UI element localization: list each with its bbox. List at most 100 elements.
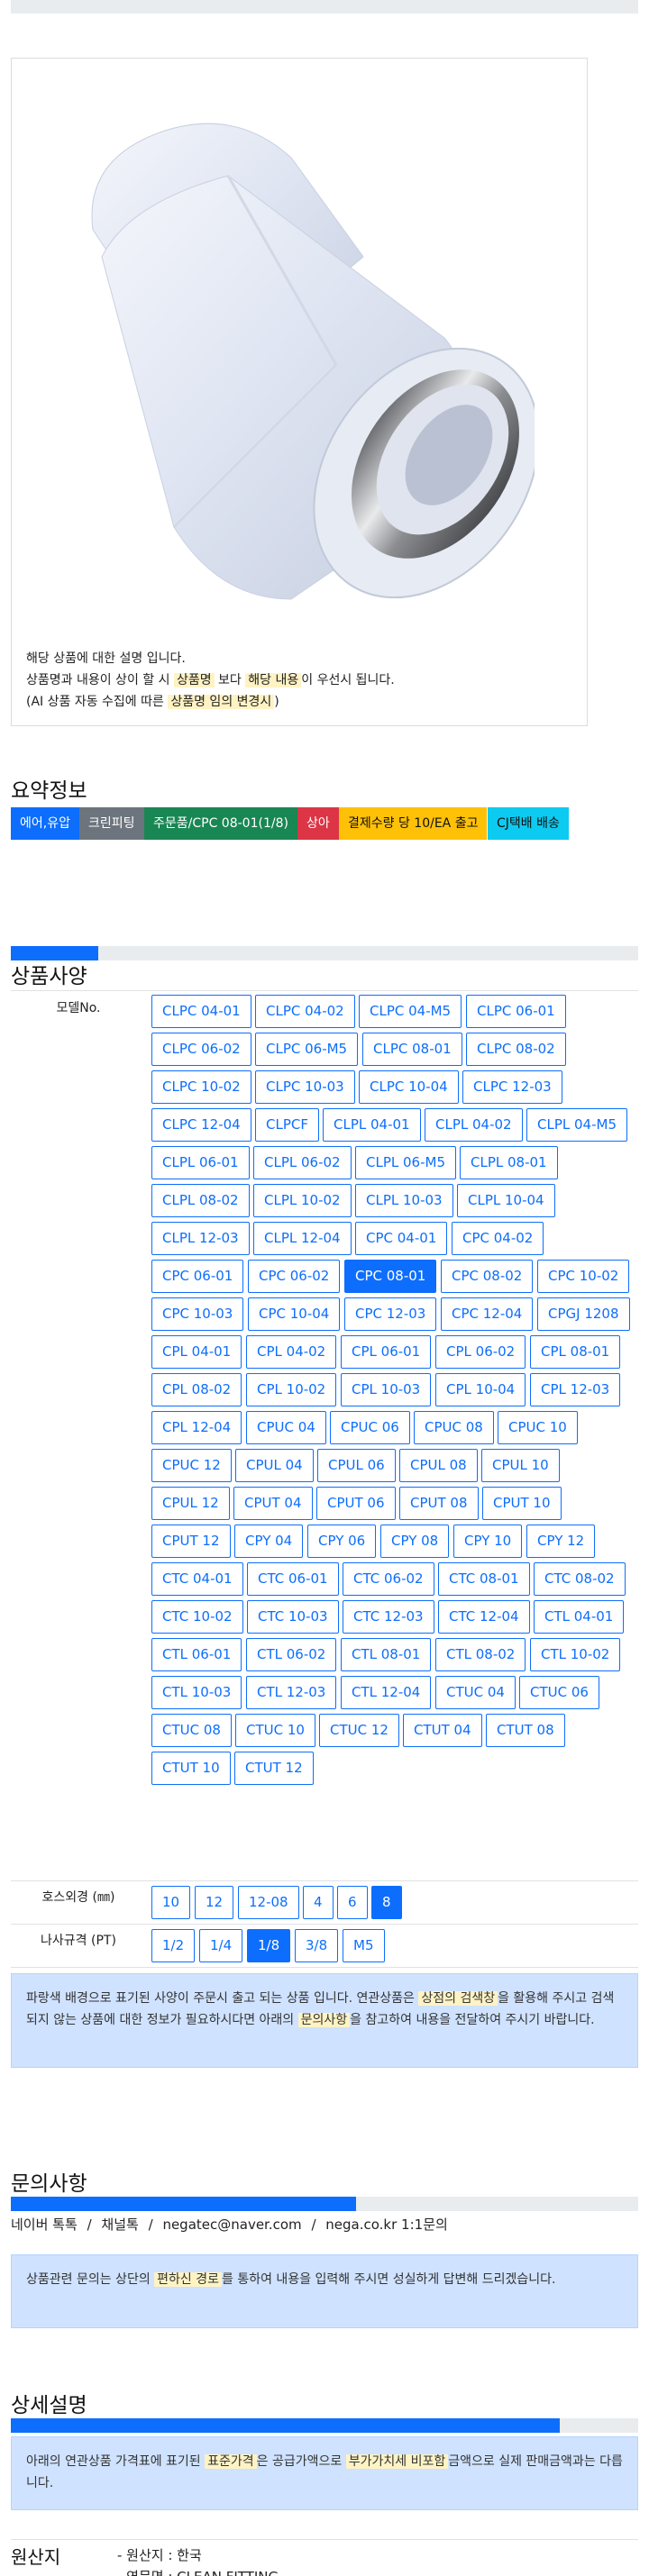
thread-option[interactable]: 3/8: [295, 1929, 339, 1962]
model-option[interactable]: CTL 10-03: [151, 1676, 242, 1709]
model-option[interactable]: CPC 06-02: [248, 1260, 341, 1293]
model-option[interactable]: CLPC 04-02: [255, 995, 355, 1028]
model-option[interactable]: CPL 10-02: [246, 1373, 337, 1406]
model-option[interactable]: CPY 10: [453, 1525, 523, 1558]
model-option[interactable]: CPC 06-01: [151, 1260, 244, 1293]
model-option[interactable]: CPC 10-04: [248, 1297, 341, 1331]
model-option[interactable]: CPUC 06: [330, 1411, 410, 1444]
model-option[interactable]: CLPC 06-M5: [255, 1033, 359, 1066]
model-option[interactable]: CLPL 08-02: [151, 1184, 250, 1217]
model-option[interactable]: CPUC 12: [151, 1449, 232, 1482]
hose-option[interactable]: 12: [195, 1886, 234, 1919]
model-option[interactable]: CPUL 08: [399, 1449, 478, 1482]
model-option[interactable]: CLPL 06-M5: [355, 1146, 456, 1179]
model-option[interactable]: CLPL 10-04: [457, 1184, 555, 1217]
contact-naver-talk[interactable]: 네이버 톡톡: [11, 2216, 78, 2233]
contact-site-inquiry[interactable]: nega.co.kr 1:1문의: [325, 2216, 448, 2233]
model-option[interactable]: CPC 10-03: [151, 1297, 244, 1331]
model-option[interactable]: CLPL 04-01: [323, 1108, 421, 1142]
model-option[interactable]: CTL 10-02: [530, 1638, 621, 1671]
model-option[interactable]: CTC 08-02: [534, 1562, 626, 1596]
model-option[interactable]: CLPL 04-M5: [526, 1108, 627, 1142]
model-option[interactable]: CPUC 04: [246, 1411, 326, 1444]
model-option[interactable]: CLPL 06-02: [253, 1146, 352, 1179]
model-option[interactable]: CPL 06-02: [435, 1335, 526, 1369]
model-option[interactable]: CLPC 04-01: [151, 995, 251, 1028]
model-option[interactable]: CTC 10-03: [247, 1600, 339, 1634]
model-option[interactable]: CTUT 08: [486, 1714, 565, 1747]
model-option[interactable]: CPL 08-01: [530, 1335, 621, 1369]
model-option[interactable]: CPUT 06: [316, 1487, 396, 1520]
model-option[interactable]: CPC 12-04: [441, 1297, 534, 1331]
model-option[interactable]: CTL 04-01: [534, 1600, 625, 1634]
hose-option[interactable]: 12-08: [238, 1886, 299, 1919]
model-option[interactable]: CLPC 08-02: [466, 1033, 566, 1066]
model-option[interactable]: CPC 08-01: [344, 1260, 437, 1293]
model-option[interactable]: CTC 06-01: [247, 1562, 339, 1596]
model-option[interactable]: CPC 10-02: [537, 1260, 630, 1293]
model-option[interactable]: CTC 04-01: [151, 1562, 243, 1596]
model-option[interactable]: CTUC 12: [319, 1714, 399, 1747]
model-option[interactable]: CPC 04-02: [452, 1222, 544, 1255]
model-option[interactable]: CTC 12-03: [343, 1600, 434, 1634]
model-option[interactable]: CTL 06-01: [151, 1638, 242, 1671]
model-option[interactable]: CPL 12-04: [151, 1411, 242, 1444]
model-option[interactable]: CLPL 04-02: [425, 1108, 523, 1142]
hose-option[interactable]: 6: [337, 1886, 368, 1919]
model-option[interactable]: CLPCF: [255, 1108, 319, 1142]
model-option[interactable]: CPC 04-01: [355, 1222, 448, 1255]
model-option[interactable]: CPL 06-01: [341, 1335, 432, 1369]
model-option[interactable]: CTUT 12: [234, 1752, 314, 1785]
model-option[interactable]: CPUC 08: [414, 1411, 494, 1444]
hose-option[interactable]: 4: [303, 1886, 334, 1919]
model-option[interactable]: CPUT 08: [399, 1487, 479, 1520]
model-option[interactable]: CPY 04: [234, 1525, 304, 1558]
model-option[interactable]: CPUL 10: [481, 1449, 560, 1482]
model-option[interactable]: CTC 08-01: [438, 1562, 530, 1596]
model-option[interactable]: CTUC 04: [435, 1676, 516, 1709]
model-option[interactable]: CPUT 12: [151, 1525, 231, 1558]
contact-channel-talk[interactable]: 채널톡: [101, 2216, 138, 2233]
model-option[interactable]: CTUC 10: [235, 1714, 315, 1747]
hose-option[interactable]: 8: [371, 1886, 402, 1919]
model-option[interactable]: CPY 06: [307, 1525, 377, 1558]
model-option[interactable]: CPUT 10: [482, 1487, 562, 1520]
model-option[interactable]: CPY 12: [526, 1525, 596, 1558]
model-option[interactable]: CLPC 10-02: [151, 1070, 251, 1104]
model-option[interactable]: CTC 12-04: [438, 1600, 530, 1634]
model-option[interactable]: CTL 12-03: [246, 1676, 337, 1709]
thread-option[interactable]: 1/2: [151, 1929, 196, 1962]
model-option[interactable]: CTC 06-02: [343, 1562, 434, 1596]
model-option[interactable]: CPL 04-02: [246, 1335, 337, 1369]
model-option[interactable]: CTL 08-01: [341, 1638, 432, 1671]
model-option[interactable]: CPL 04-01: [151, 1335, 242, 1369]
model-option[interactable]: CLPC 06-01: [466, 995, 566, 1028]
model-option[interactable]: CLPL 10-03: [355, 1184, 453, 1217]
model-option[interactable]: CLPL 06-01: [151, 1146, 250, 1179]
thread-option[interactable]: M5: [343, 1929, 385, 1962]
model-option[interactable]: CTC 10-02: [151, 1600, 243, 1634]
model-option[interactable]: CPUL 12: [151, 1487, 230, 1520]
model-option[interactable]: CPUT 04: [233, 1487, 313, 1520]
model-option[interactable]: CTL 12-04: [341, 1676, 432, 1709]
model-option[interactable]: CLPC 04-M5: [359, 995, 462, 1028]
model-option[interactable]: CPL 12-03: [530, 1373, 621, 1406]
model-option[interactable]: CPUL 04: [235, 1449, 314, 1482]
model-option[interactable]: CPC 08-02: [441, 1260, 534, 1293]
model-option[interactable]: CTL 06-02: [246, 1638, 337, 1671]
model-option[interactable]: CLPC 12-04: [151, 1108, 251, 1142]
model-option[interactable]: CPC 12-03: [344, 1297, 437, 1331]
model-option[interactable]: CTUC 06: [519, 1676, 599, 1709]
model-option[interactable]: CPGJ 1208: [537, 1297, 630, 1331]
contact-email[interactable]: negatec@naver.com: [162, 2216, 301, 2233]
model-option[interactable]: CLPL 10-02: [253, 1184, 352, 1217]
model-option[interactable]: CLPC 10-03: [255, 1070, 355, 1104]
model-option[interactable]: CLPC 06-02: [151, 1033, 251, 1066]
model-option[interactable]: CTUT 10: [151, 1752, 231, 1785]
model-option[interactable]: CTL 08-02: [435, 1638, 526, 1671]
model-option[interactable]: CLPC 12-03: [462, 1070, 562, 1104]
model-option[interactable]: CTUC 08: [151, 1714, 232, 1747]
thread-option[interactable]: 1/8: [247, 1929, 291, 1962]
model-option[interactable]: CLPL 12-04: [253, 1222, 352, 1255]
model-option[interactable]: CPY 08: [380, 1525, 450, 1558]
